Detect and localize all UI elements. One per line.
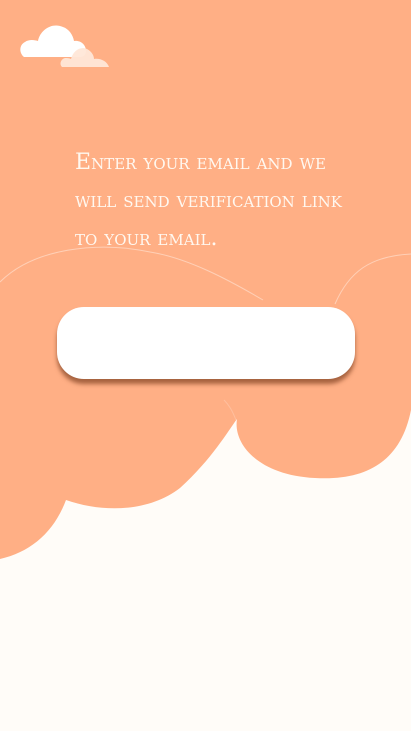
forgot-password-screen: Enter your email and we will send verifi… <box>0 0 411 731</box>
email-verification-prompt: Enter your email and we will send verifi… <box>75 150 343 251</box>
email-input[interactable] <box>57 307 355 379</box>
cloud-icon <box>20 25 109 67</box>
